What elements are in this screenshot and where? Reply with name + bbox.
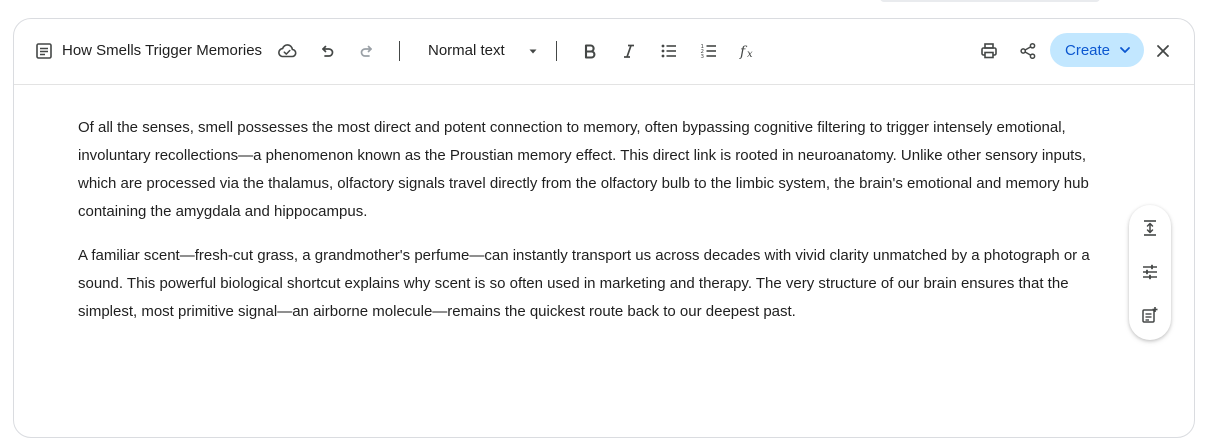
editor-toolbar: How Smells Trigger Memories Normal text …	[14, 19, 1194, 85]
adjust-settings-icon[interactable]	[1140, 262, 1160, 282]
print-icon[interactable]	[979, 41, 999, 61]
paragraph[interactable]: A familiar scent—fresh-cut grass, a gran…	[78, 242, 1108, 326]
toolbar-divider	[399, 41, 400, 61]
bold-icon[interactable]	[580, 41, 600, 61]
create-button[interactable]: Create	[1050, 33, 1144, 67]
caret-down-icon[interactable]	[523, 41, 543, 61]
toolbar-divider	[556, 41, 557, 61]
add-notes-icon[interactable]	[1140, 305, 1160, 325]
italic-icon[interactable]	[619, 41, 639, 61]
close-icon[interactable]	[1153, 41, 1173, 61]
background-tab-sliver	[880, 0, 1100, 2]
numbered-list-icon[interactable]: 123	[699, 41, 719, 61]
chevron-down-icon	[1118, 43, 1132, 61]
line-spacing-icon[interactable]	[1140, 218, 1160, 238]
floating-side-toolbar	[1129, 205, 1171, 340]
document-title[interactable]: How Smells Trigger Memories	[62, 42, 262, 59]
redo-icon[interactable]	[357, 41, 377, 61]
svg-text:3: 3	[701, 54, 705, 60]
document-body[interactable]: Of all the senses, smell possesses the m…	[78, 114, 1108, 342]
create-button-label: Create	[1065, 41, 1111, 59]
cloud-icon[interactable]	[276, 40, 298, 62]
text-style-dropdown[interactable]: Normal text	[428, 42, 505, 59]
document-editor-card: How Smells Trigger Memories Normal text …	[13, 18, 1195, 438]
bulleted-list-icon[interactable]	[659, 41, 679, 61]
svg-text:x: x	[747, 49, 753, 60]
share-icon[interactable]	[1018, 41, 1038, 61]
undo-icon[interactable]	[317, 41, 337, 61]
document-icon	[34, 41, 54, 61]
formula-icon[interactable]: fx	[739, 41, 759, 61]
paragraph[interactable]: Of all the senses, smell possesses the m…	[78, 114, 1108, 226]
